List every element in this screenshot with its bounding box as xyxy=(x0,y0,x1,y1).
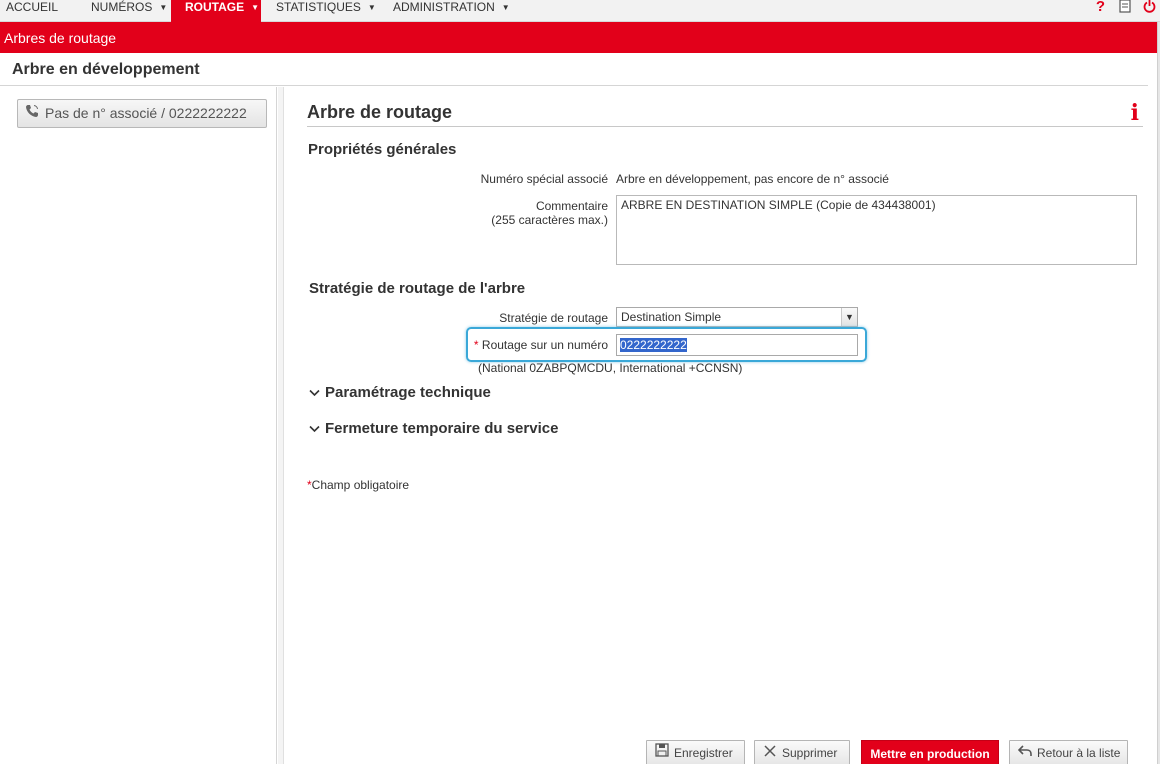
routing-tree-title-text: Arbre de routage xyxy=(307,102,453,122)
chevron-down-icon xyxy=(309,421,325,436)
section-title-bar: Arbres de routage xyxy=(0,22,1158,53)
power-icon[interactable] xyxy=(1143,0,1156,17)
caret-down-icon: ▼ xyxy=(367,3,376,12)
routing-strategy-select[interactable]: Destination Simple ▼ xyxy=(616,307,858,327)
delete-button[interactable]: Supprimer xyxy=(754,740,850,764)
routing-tree-title: Arbre de routage i xyxy=(307,101,1143,127)
nav-accueil[interactable]: ACCUEIL xyxy=(6,0,58,22)
top-navigation: ACCUEIL NUMÉROS ▼ ROUTAGE ▼ STATISTIQUES ▼ … xyxy=(0,0,1160,22)
routing-strategy-heading: Stratégie de routage de l'arbre xyxy=(309,280,526,297)
return-arrow-icon xyxy=(1017,741,1033,764)
caret-down-icon: ▼ xyxy=(159,3,168,12)
save-button[interactable]: Enregistrer xyxy=(646,740,745,764)
routing-strategy-value: Destination Simple xyxy=(621,310,722,324)
phone-icon xyxy=(24,100,40,127)
back-to-list-label: Retour à la liste xyxy=(1037,746,1121,760)
nav-numeros-label: NUMÉROS xyxy=(91,0,153,14)
caret-down-icon: ▼ xyxy=(251,3,260,12)
chevron-down-icon xyxy=(309,385,325,400)
document-icon[interactable] xyxy=(1119,0,1131,17)
main-panel: Arbre de routage i Propriétés générales … xyxy=(285,87,1157,764)
routing-number-label: * Routage sur un numéro xyxy=(405,338,608,352)
panel-divider xyxy=(278,87,284,764)
nav-administration-label: ADMINISTRATION xyxy=(393,0,495,14)
routing-number-hint: (National 0ZABPQMCDU, International +CCN… xyxy=(478,361,743,375)
routing-number-value: 0222222222 xyxy=(620,338,687,352)
comment-textarea[interactable]: ARBRE EN DESTINATION SIMPLE (Copie de 43… xyxy=(616,195,1137,265)
close-icon xyxy=(762,741,778,764)
nav-statistiques-label: STATISTIQUES xyxy=(276,0,361,14)
routing-strategy-label: Stratégie de routage xyxy=(499,311,608,325)
associated-number-label: Pas de n° associé / 0222222222 xyxy=(45,105,247,121)
technical-settings-label: Paramétrage technique xyxy=(325,384,491,401)
nav-routage[interactable]: ROUTAGE ▼ xyxy=(171,0,261,22)
mandatory-note-text: Champ obligatoire xyxy=(311,478,410,492)
back-to-list-button[interactable]: Retour à la liste xyxy=(1009,740,1128,764)
nav-accueil-label: ACCUEIL xyxy=(6,0,59,14)
nav-routage-label: ROUTAGE xyxy=(185,0,245,14)
delete-label: Supprimer xyxy=(782,746,838,760)
temporary-closure-label: Fermeture temporaire du service xyxy=(325,420,559,437)
nav-statistiques[interactable]: STATISTIQUES ▼ xyxy=(276,0,376,22)
general-properties-heading: Propriétés générales xyxy=(308,141,457,158)
comment-label: Commentaire xyxy=(535,199,608,213)
technical-settings-toggle[interactable]: Paramétrage technique xyxy=(309,384,491,401)
save-icon xyxy=(654,741,670,764)
nav-administration[interactable]: ADMINISTRATION ▼ xyxy=(393,0,510,22)
chevron-down-icon[interactable]: ▼ xyxy=(841,308,857,326)
routing-number-input[interactable]: 0222222222 xyxy=(616,334,858,356)
routing-number-label-text: Routage sur un numéro xyxy=(481,338,608,352)
page-title: Arbre en développement xyxy=(0,53,1148,86)
mandatory-note: *Champ obligatoire xyxy=(307,478,409,492)
production-button[interactable]: Mettre en production xyxy=(861,740,999,764)
required-marker: * xyxy=(473,338,479,352)
special-number-value: Arbre en développement, pas encore de n°… xyxy=(616,172,889,186)
comment-hint: (255 caractères max.) xyxy=(491,213,608,227)
associated-number-button[interactable]: Pas de n° associé / 0222222222 xyxy=(17,99,267,128)
help-icon[interactable]: ? xyxy=(1096,0,1105,15)
special-number-label: Numéro spécial associé xyxy=(480,172,608,186)
caret-down-icon: ▼ xyxy=(501,3,510,12)
save-label: Enregistrer xyxy=(674,746,733,760)
left-panel: Pas de n° associé / 0222222222 xyxy=(0,87,277,764)
temporary-closure-toggle[interactable]: Fermeture temporaire du service xyxy=(309,420,558,437)
info-icon[interactable]: i xyxy=(1131,101,1139,125)
nav-numeros[interactable]: NUMÉROS ▼ xyxy=(91,0,167,22)
